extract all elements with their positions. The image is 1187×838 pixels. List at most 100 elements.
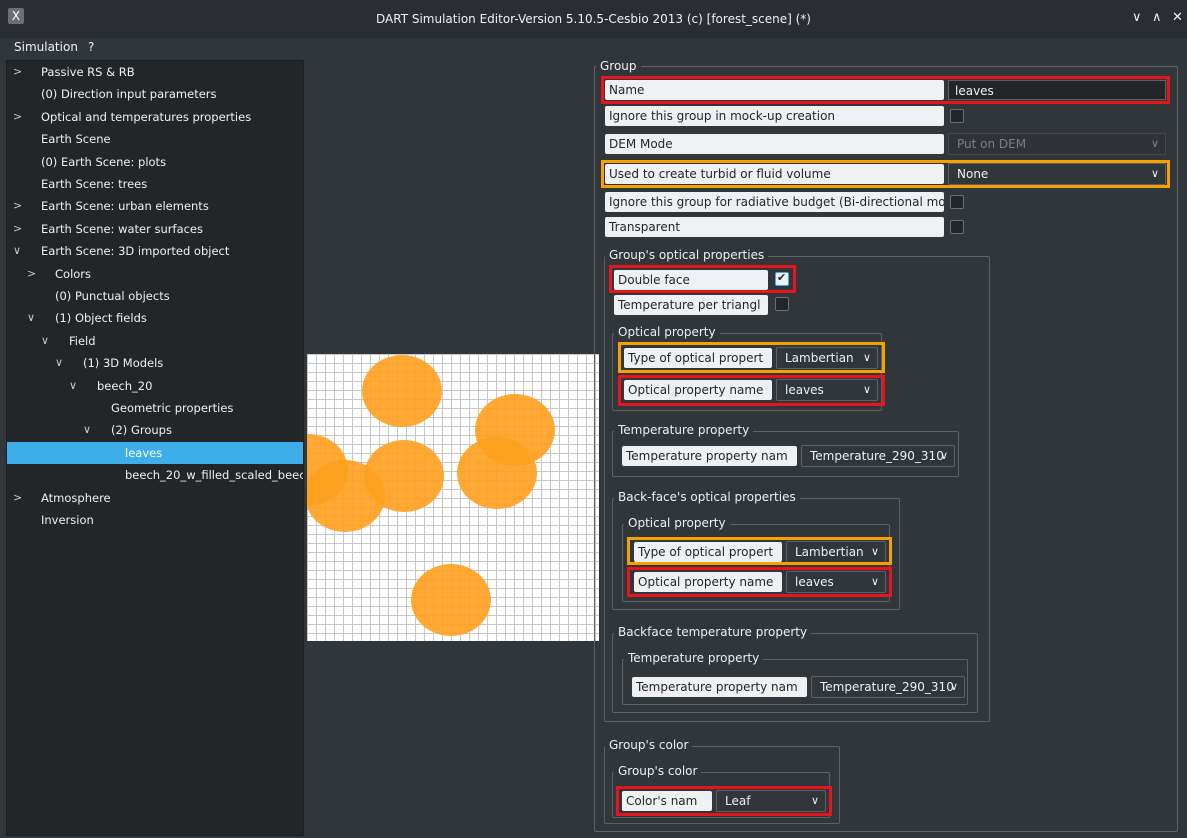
double-face-checkbox[interactable] xyxy=(775,271,789,286)
color-name-select[interactable]: Leaf ∨ xyxy=(716,790,826,812)
chevron-down-icon[interactable]: ∨ xyxy=(69,375,77,397)
backface-name-select[interactable]: leaves ∨ xyxy=(786,571,886,593)
name-input[interactable]: leaves xyxy=(948,80,1166,100)
leaf-blob xyxy=(457,437,537,509)
tree-item[interactable]: > Passive RS & RB xyxy=(7,61,303,83)
tree-item[interactable]: (0) Punctual objects xyxy=(7,285,303,307)
chevron-down-icon: ∨ xyxy=(862,383,871,396)
preview-canvas xyxy=(307,355,555,636)
chevron-down-icon: ∨ xyxy=(810,794,819,807)
tree-item[interactable]: ∨ (2) Groups xyxy=(7,419,303,441)
transparent-checkbox[interactable] xyxy=(950,220,964,234)
dem-mode-value: Put on DEM xyxy=(957,137,1027,151)
chevron-down-icon[interactable]: ∨ xyxy=(27,307,35,329)
turbid-select[interactable]: None ∨ xyxy=(948,163,1166,185)
chevron-right-icon[interactable]: > xyxy=(27,263,36,285)
temperature-property-title: Temperature property xyxy=(614,423,754,437)
optical-name-select[interactable]: leaves ∨ xyxy=(776,379,878,401)
maximize-icon[interactable]: ∧ xyxy=(1152,10,1162,25)
minimize-icon[interactable]: ∨ xyxy=(1132,10,1142,25)
backface-temperature-name-select[interactable]: Temperature_290_310 ∨ xyxy=(811,676,965,698)
chevron-down-icon[interactable]: ∨ xyxy=(41,330,49,352)
ignore-budget-checkbox[interactable] xyxy=(950,195,964,209)
transparent-label: Transparent xyxy=(605,217,944,237)
tree-item[interactable]: Earth Scene: trees xyxy=(7,173,303,195)
menu-help[interactable]: ? xyxy=(88,40,94,54)
chevron-right-icon[interactable]: > xyxy=(13,218,22,240)
tree-item[interactable]: > Optical and temperatures properties xyxy=(7,106,303,128)
type-optical-select[interactable]: Lambertian ∨ xyxy=(776,347,878,369)
tree-item-label: Earth Scene: water surfaces xyxy=(41,221,203,236)
turbid-label: Used to create turbid or fluid volume xyxy=(605,164,944,184)
tree-item[interactable]: Earth Scene xyxy=(7,128,303,150)
chevron-down-icon[interactable]: ∨ xyxy=(83,419,91,441)
tree-item-label: (1) Object fields xyxy=(55,311,147,326)
tree-item[interactable]: > Earth Scene: urban elements xyxy=(7,195,303,217)
group-title: Group xyxy=(596,59,641,73)
simulation-tree[interactable]: > Passive RS & RB (0) Direction input para… xyxy=(6,60,304,836)
optical-name-label: Optical property name xyxy=(624,380,772,400)
tree-item[interactable]: ∨ Field xyxy=(7,330,303,352)
tree-item[interactable]: > Colors xyxy=(7,263,303,285)
tree-item[interactable]: ∨ (1) 3D Models xyxy=(7,352,303,374)
dem-mode-select[interactable]: Put on DEM ∨ xyxy=(948,133,1166,155)
close-icon[interactable]: ✕ xyxy=(1172,10,1183,25)
leaf-blob xyxy=(411,564,491,636)
tree-item[interactable]: Geometric properties xyxy=(7,397,303,419)
window-title: DART Simulation Editor-Version 5.10.5-Ce… xyxy=(376,12,811,26)
tree-item-label: Colors xyxy=(55,266,92,281)
double-face-label: Double face xyxy=(614,270,768,290)
name-label: Name xyxy=(605,80,944,100)
temp-per-triangle-label: Temperature per triangl xyxy=(614,295,768,315)
temperature-name-label: Temperature property nam xyxy=(622,446,797,466)
group-preview xyxy=(307,354,599,641)
ignore-mockup-checkbox[interactable] xyxy=(950,109,964,123)
backface-name-value: leaves xyxy=(795,575,834,589)
chevron-down-icon: ∨ xyxy=(1150,167,1159,180)
group-color-title: Group's color xyxy=(605,738,693,752)
backface-type-select[interactable]: Lambertian ∨ xyxy=(786,541,886,563)
tree-item-label: beech_20_w_filled_scaled_beech xyxy=(125,468,303,483)
tree-item[interactable]: Inversion xyxy=(7,509,303,531)
backface-temperature-property-title: Temperature property xyxy=(624,651,764,665)
backface-optical-property-title: Optical property xyxy=(624,516,730,530)
chevron-down-icon[interactable]: ∨ xyxy=(55,352,63,374)
group-color-inner-title: Group's color xyxy=(614,764,702,778)
tree-item[interactable]: > Earth Scene: water surfaces xyxy=(7,218,303,240)
chevron-right-icon[interactable]: > xyxy=(13,106,22,128)
chevron-right-icon[interactable]: > xyxy=(13,195,22,217)
tree-item[interactable]: beech_20_w_filled_scaled_beech xyxy=(7,464,303,486)
turbid-value: None xyxy=(957,167,989,181)
tree-item[interactable]: ∨ beech_20 xyxy=(7,375,303,397)
dem-mode-label: DEM Mode xyxy=(605,134,944,154)
chevron-down-icon: ∨ xyxy=(862,351,871,364)
tree-item-label: Optical and temperatures properties xyxy=(41,109,252,124)
tree-item-label: Earth Scene: 3D imported object xyxy=(41,244,230,259)
tree-item-label: (0) Direction input parameters xyxy=(41,87,217,102)
tree-item-label: Geometric properties xyxy=(111,401,234,415)
backface-optical-title: Back-face's optical properties xyxy=(614,490,800,504)
temp-per-triangle-checkbox[interactable] xyxy=(775,297,789,311)
tree-item[interactable]: leaves xyxy=(7,441,303,464)
optical-property-title: Optical property xyxy=(614,325,720,339)
temperature-name-select[interactable]: Temperature_290_310 ∨ xyxy=(801,445,955,467)
chevron-right-icon[interactable]: > xyxy=(13,487,22,509)
tree-item[interactable]: (0) Earth Scene: plots xyxy=(7,151,303,173)
tree-item[interactable]: ∨ Earth Scene: 3D imported object xyxy=(7,240,303,262)
chevron-right-icon[interactable]: > xyxy=(13,61,22,83)
tree-item-label: (1) 3D Models xyxy=(83,356,164,371)
backface-temperature-name-value: Temperature_290_310 xyxy=(820,680,954,694)
chevron-down-icon[interactable]: ∨ xyxy=(13,240,21,262)
tree-item-label: Earth Scene: trees xyxy=(41,177,148,191)
tree-item[interactable]: ∨ (1) Object fields xyxy=(7,307,303,329)
backface-temperature-name-label: Temperature property nam xyxy=(632,677,807,697)
backface-type-label: Type of optical propert xyxy=(634,542,782,562)
tree-item-label: leaves xyxy=(125,445,163,460)
menu-simulation[interactable]: Simulation xyxy=(14,40,78,54)
tree-item-label: Inversion xyxy=(41,513,94,527)
backface-type-value: Lambertian xyxy=(795,545,864,559)
type-optical-label: Type of optical propert xyxy=(624,348,772,368)
tree-item[interactable]: (0) Direction input parameters xyxy=(7,83,303,105)
tree-item[interactable]: > Atmosphere xyxy=(7,487,303,509)
color-name-value: Leaf xyxy=(725,794,751,808)
